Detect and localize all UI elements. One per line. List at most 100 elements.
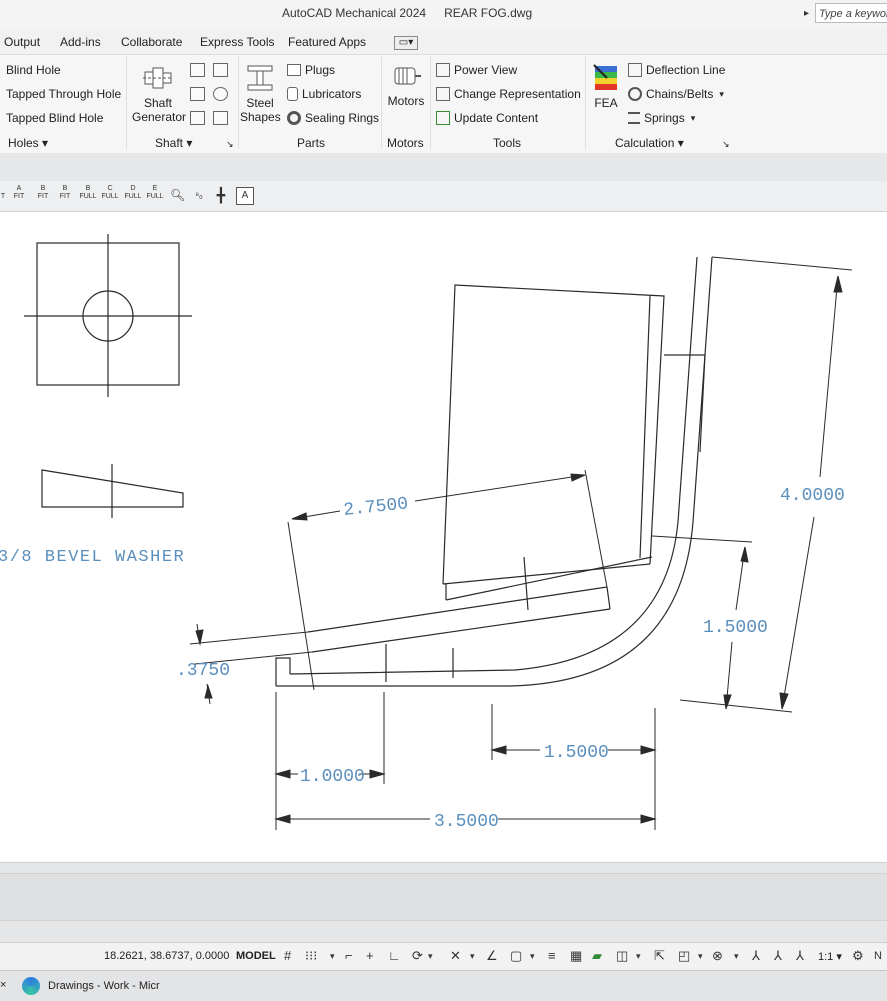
- crosshair-icon[interactable]: ╋: [213, 185, 229, 205]
- transparency-icon[interactable]: ▦: [570, 948, 582, 964]
- panel-launcher-icon[interactable]: ↘: [722, 139, 730, 150]
- drawing-svg: 3/8 BEVEL WASHER 2.7500 .3750 4.0000 1.5…: [0, 234, 853, 832]
- shaft-tool-icon[interactable]: [190, 63, 205, 77]
- shaft-generator-icon: [143, 67, 173, 89]
- snap-icon[interactable]: ⁝⁝⁝: [305, 948, 317, 964]
- selection-filter-icon[interactable]: ◰: [678, 948, 690, 964]
- holes-panel-title[interactable]: Holes ▾: [8, 136, 48, 150]
- zoom-fit-button[interactable]: A FIT: [10, 185, 28, 205]
- close-icon[interactable]: ×: [0, 979, 6, 991]
- dim-arrow: [740, 546, 749, 563]
- model-space-button[interactable]: MODEL: [236, 950, 276, 962]
- zoom-button-bottom: FULL: [79, 193, 97, 200]
- change-representation-button[interactable]: Change Representation: [436, 87, 581, 101]
- dim-thickness: .3750: [176, 661, 230, 681]
- dynamic-ucs-icon[interactable]: ⇱: [654, 948, 665, 964]
- zoom-fit-button[interactable]: B FIT: [34, 185, 52, 205]
- tapped-through-hole-button[interactable]: Tapped Through Hole: [6, 87, 121, 101]
- chains-belts-button[interactable]: Chains/Belts ▾: [628, 87, 724, 101]
- chevron-down-icon[interactable]: ▾: [636, 951, 641, 962]
- ribbon-options-icon[interactable]: ▭▾: [394, 36, 418, 50]
- zoom-magnifier-icon[interactable]: 🔍︎: [170, 185, 185, 205]
- shaft-tool-icon[interactable]: [213, 87, 228, 101]
- gizmo-icon[interactable]: ⊗: [712, 948, 723, 964]
- annotation-visibility-icon[interactable]: ⅄: [752, 948, 760, 964]
- shaft-generator-button[interactable]: Shaft Generator: [132, 62, 187, 124]
- isometric-icon[interactable]: ✕: [450, 948, 461, 964]
- sealing-rings-button[interactable]: Sealing Rings: [287, 111, 379, 125]
- springs-label: Springs: [644, 111, 685, 125]
- zoom-fit-button[interactable]: B FIT: [56, 185, 74, 205]
- zoom-full-button[interactable]: B FULL: [78, 185, 98, 205]
- bracket-tab: [699, 354, 706, 453]
- zoom-full-button[interactable]: E FULL: [145, 185, 165, 205]
- tab-collaborate[interactable]: Collaborate: [121, 35, 182, 49]
- object-snap-icon[interactable]: ▢: [510, 948, 522, 964]
- shaft-tool-icon[interactable]: [190, 111, 205, 125]
- annotation-scale-selector[interactable]: 1:1 ▾: [818, 950, 842, 963]
- grid-icon[interactable]: #: [284, 948, 291, 963]
- drawing-canvas[interactable]: 3/8 BEVEL WASHER 2.7500 .3750 4.0000 1.5…: [0, 212, 887, 862]
- shaft-panel-title[interactable]: Shaft ▾: [155, 136, 192, 150]
- fea-button[interactable]: FEA: [589, 62, 623, 110]
- title-bar: AutoCAD Mechanical 2024 REAR FOG.dwg ▸ Ty…: [0, 0, 887, 29]
- tapped-blind-hole-button[interactable]: Tapped Blind Hole: [6, 111, 103, 125]
- chevron-down-icon[interactable]: ▾: [470, 951, 475, 962]
- selection-cycling-icon[interactable]: ▰: [592, 948, 602, 964]
- tab-add-ins[interactable]: Add-ins: [60, 35, 101, 49]
- ortho-icon[interactable]: ∟: [388, 948, 401, 963]
- lubricators-button[interactable]: Lubricators: [287, 87, 361, 101]
- change-representation-label: Change Representation: [454, 87, 581, 101]
- motors-button[interactable]: Motors: [384, 62, 428, 108]
- plugs-button[interactable]: Plugs: [287, 63, 335, 77]
- chevron-down-icon[interactable]: ▾: [698, 951, 703, 962]
- chevron-down-icon[interactable]: ▾: [428, 951, 433, 962]
- zoom-full-button[interactable]: C FULL: [100, 185, 120, 205]
- text-style-icon[interactable]: A: [236, 187, 254, 205]
- workspace-menu-icon[interactable]: N: [874, 950, 882, 962]
- shaft-tool-icon[interactable]: [213, 111, 228, 125]
- springs-button[interactable]: Springs ▾: [628, 111, 695, 125]
- blind-hole-button[interactable]: Blind Hole: [6, 63, 61, 77]
- bracket-outer-edge: [677, 256, 698, 523]
- auto-scale-icon[interactable]: ⅄: [774, 948, 782, 964]
- search-expand-icon[interactable]: ▸: [804, 8, 809, 19]
- power-view-button[interactable]: Power View: [436, 63, 517, 77]
- zoom-partial-icon[interactable]: T: [0, 185, 6, 205]
- shaft-tool-icon[interactable]: [213, 63, 228, 77]
- calculation-panel-title[interactable]: Calculation ▾: [615, 136, 684, 150]
- gear-icon[interactable]: ⚙: [852, 948, 864, 964]
- annotation-scale-icon[interactable]: ⅄: [796, 948, 804, 964]
- deflection-line-button[interactable]: Deflection Line: [628, 63, 725, 77]
- object-snap-tracking-icon[interactable]: ∠: [486, 948, 498, 964]
- command-line[interactable]: [0, 873, 887, 921]
- tab-express-tools[interactable]: Express Tools: [200, 35, 274, 49]
- chevron-down-icon[interactable]: ▾: [530, 951, 535, 962]
- shaft-generator-label-2: Generator: [132, 110, 187, 124]
- zoom-button-top: B: [40, 185, 46, 192]
- zoom-full-button[interactable]: D FULL: [123, 185, 143, 205]
- steel-shapes-button[interactable]: Steel Shapes: [240, 62, 281, 124]
- panel-launcher-icon[interactable]: ↘: [226, 139, 234, 150]
- dim-extension: [679, 699, 793, 713]
- ribbon-spacer: [0, 153, 887, 181]
- dynamic-input-icon[interactable]: +: [366, 948, 374, 963]
- upper-part-outline: [442, 284, 665, 585]
- update-content-button[interactable]: Update Content: [436, 111, 538, 125]
- lineweight-icon[interactable]: ≡: [548, 948, 556, 963]
- tab-featured-apps[interactable]: Featured Apps: [288, 35, 366, 49]
- tab-output[interactable]: Output: [4, 35, 40, 49]
- polar-tracking-icon[interactable]: ⟳: [412, 948, 423, 964]
- zoom-button-bottom: FULL: [101, 193, 119, 200]
- chevron-down-icon[interactable]: ▾: [734, 951, 739, 962]
- shaft-tool-icon[interactable]: [190, 87, 205, 101]
- taskbar-item-browser[interactable]: Drawings - Work - Micr: [22, 974, 160, 998]
- 3d-osnap-icon[interactable]: ◫: [616, 948, 628, 964]
- chevron-down-icon[interactable]: ▾: [330, 951, 335, 962]
- infer-constraints-icon[interactable]: ⌐: [345, 948, 353, 963]
- zoom-scale-icon[interactable]: ⁸₀: [191, 185, 207, 205]
- dim-line: [819, 275, 839, 478]
- keyword-search-input[interactable]: Type a keywor: [815, 3, 887, 23]
- motor-icon: [394, 67, 421, 85]
- dim-base-left: 1.0000: [300, 767, 365, 787]
